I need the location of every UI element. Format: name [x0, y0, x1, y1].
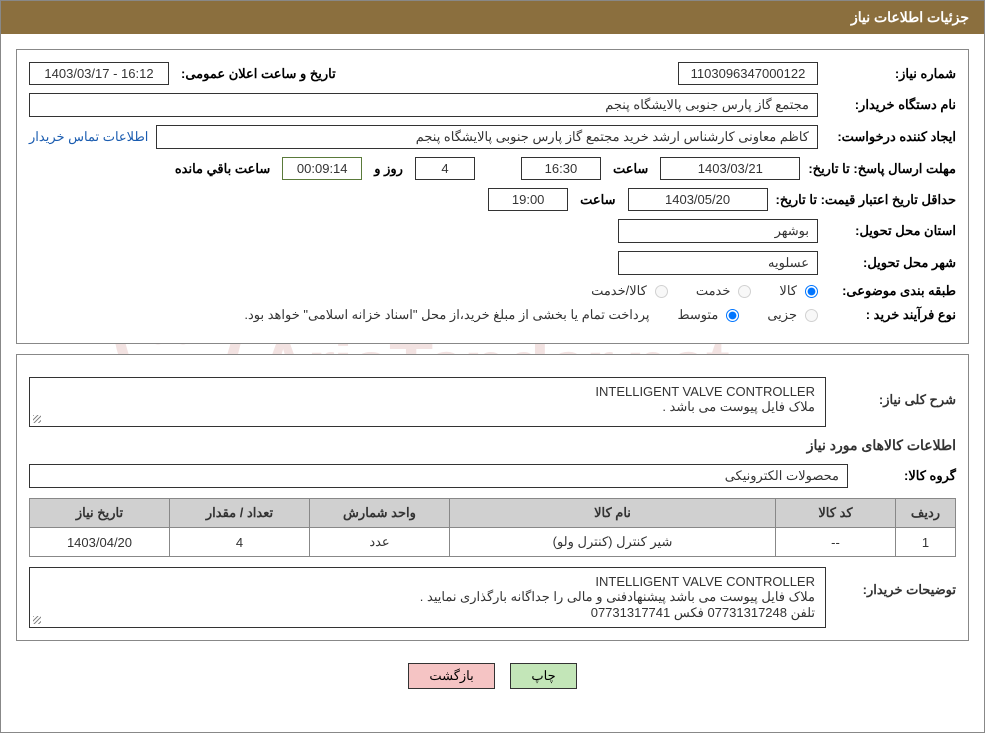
- button-bar: چاپ بازگشت: [16, 651, 969, 701]
- buyer-contact-link[interactable]: اطلاعات تماس خریدار: [29, 129, 148, 145]
- goods-section-title: اطلاعات کالاهای مورد نیاز: [29, 437, 956, 454]
- print-button[interactable]: چاپ: [510, 663, 576, 689]
- buyer-desc-line3: تلفن 07731317248 فکس 07731317741: [40, 605, 815, 621]
- announce-value: 16:12 - 1403/03/17: [29, 62, 169, 85]
- overview-label: شرح کلی نیاز:: [836, 377, 956, 408]
- purchase-note: پرداخت تمام یا بخشی از مبلغ خرید،از محل …: [244, 307, 649, 323]
- radio-goods[interactable]: [805, 285, 818, 298]
- col-date: تاریخ نیاز: [30, 499, 170, 528]
- category-label: طبقه بندی موضوعی:: [826, 283, 956, 299]
- category-service-radio[interactable]: خدمت: [696, 283, 752, 299]
- purchase-partial-radio[interactable]: جزیی: [767, 307, 818, 323]
- city-value: عسلویه: [618, 251, 818, 275]
- requester-value: کاظم معاونی کارشناس ارشد خرید مجتمع گاز …: [156, 125, 818, 149]
- deadline-date: 1403/03/21: [660, 157, 800, 180]
- main-info-section: شماره نیاز: 1103096347000122 تاریخ و ساع…: [16, 49, 969, 344]
- table-row: 1 -- شیر کنترل (کنترل ولو) عدد 4 1403/04…: [30, 528, 956, 557]
- days-remaining: 4: [415, 157, 475, 180]
- group-label: گروه کالا:: [856, 468, 956, 484]
- resize-handle-icon[interactable]: [32, 613, 44, 625]
- announce-label: تاریخ و ساعت اعلان عمومی:: [177, 66, 340, 82]
- col-name: نام کالا: [450, 499, 776, 528]
- radio-service[interactable]: [738, 285, 751, 298]
- need-number-label: شماره نیاز:: [826, 66, 956, 82]
- cell-unit: عدد: [310, 528, 450, 557]
- purchase-type-label: نوع فرآیند خرید :: [826, 307, 956, 323]
- col-code: کد کالا: [776, 499, 896, 528]
- cell-date: 1403/04/20: [30, 528, 170, 557]
- cell-code: --: [776, 528, 896, 557]
- category-goods-service-radio[interactable]: کالا/خدمت: [591, 283, 668, 299]
- radio-partial[interactable]: [805, 309, 818, 322]
- buyer-org-label: نام دستگاه خریدار:: [826, 97, 956, 113]
- table-header-row: ردیف کد کالا نام کالا واحد شمارش تعداد /…: [30, 499, 956, 528]
- radio-goods-service[interactable]: [655, 285, 668, 298]
- category-goods-radio[interactable]: کالا: [779, 283, 818, 299]
- buyer-desc-textarea: INTELLIGENT VALVE CONTROLLER ملاک فایل پ…: [29, 567, 826, 628]
- cell-row: 1: [896, 528, 956, 557]
- goods-table: ردیف کد کالا نام کالا واحد شمارش تعداد /…: [29, 498, 956, 557]
- page-title: جزئیات اطلاعات نیاز: [851, 9, 969, 25]
- need-number-value: 1103096347000122: [678, 62, 818, 85]
- radio-medium[interactable]: [726, 309, 739, 322]
- deadline-label: مهلت ارسال پاسخ: تا تاریخ:: [808, 161, 956, 177]
- requester-label: ایجاد کننده درخواست:: [826, 129, 956, 145]
- col-qty: تعداد / مقدار: [170, 499, 310, 528]
- buyer-desc-line2: ملاک فایل پیوست می باشد پیشنهادفنی و مال…: [40, 589, 815, 605]
- cell-name: شیر کنترل (کنترل ولو): [450, 528, 776, 557]
- overview-line1: INTELLIGENT VALVE CONTROLLER: [40, 384, 815, 399]
- col-unit: واحد شمارش: [310, 499, 450, 528]
- purchase-medium-radio[interactable]: متوسط: [677, 307, 739, 323]
- validity-date: 1403/05/20: [628, 188, 768, 211]
- cell-qty: 4: [170, 528, 310, 557]
- col-row: ردیف: [896, 499, 956, 528]
- resize-handle-icon[interactable]: [32, 412, 44, 424]
- overview-line2: ملاک فایل پیوست می باشد .: [40, 399, 815, 415]
- remaining-label: ساعت باقي مانده: [171, 161, 274, 177]
- group-value: محصولات الکترونیکی: [29, 464, 848, 488]
- countdown-timer: 00:09:14: [282, 157, 362, 180]
- validity-label: حداقل تاریخ اعتبار قیمت: تا تاریخ:: [776, 192, 956, 208]
- details-section: شرح کلی نیاز: INTELLIGENT VALVE CONTROLL…: [16, 354, 969, 641]
- buyer-org-value: مجتمع گاز پارس جنوبی پالایشگاه پنجم: [29, 93, 818, 117]
- overview-textarea: INTELLIGENT VALVE CONTROLLER ملاک فایل پ…: [29, 377, 826, 427]
- page-header: جزئیات اطلاعات نیاز: [1, 1, 984, 34]
- province-label: استان محل تحویل:: [826, 223, 956, 239]
- hour-label-2: ساعت: [576, 192, 619, 208]
- days-suffix: روز و: [370, 161, 407, 177]
- back-button[interactable]: بازگشت: [408, 663, 494, 689]
- deadline-time: 16:30: [521, 157, 601, 180]
- hour-label-1: ساعت: [609, 161, 652, 177]
- city-label: شهر محل تحویل:: [826, 255, 956, 271]
- buyer-desc-line1: INTELLIGENT VALVE CONTROLLER: [40, 574, 815, 589]
- province-value: بوشهر: [618, 219, 818, 243]
- buyer-desc-label: توضیحات خریدار:: [836, 567, 956, 598]
- validity-time: 19:00: [488, 188, 568, 211]
